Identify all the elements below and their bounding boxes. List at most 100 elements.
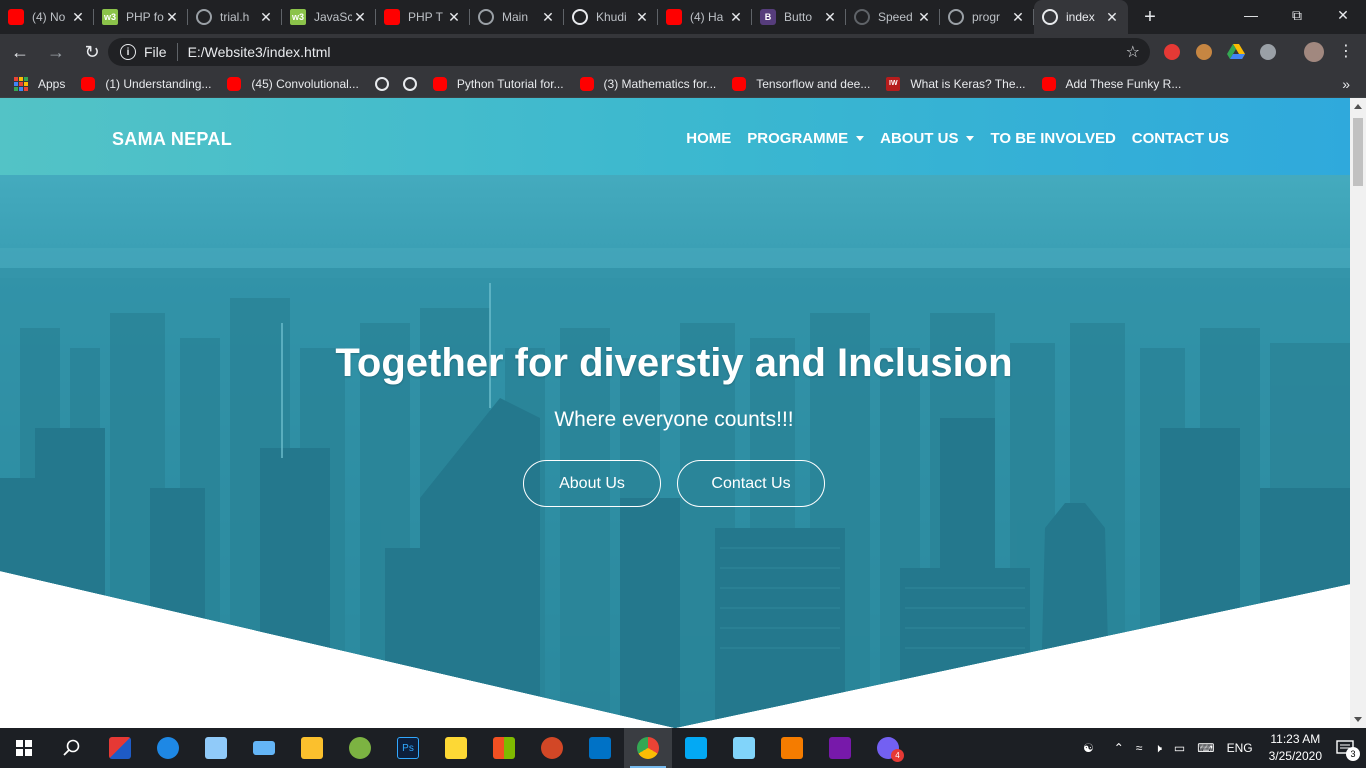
tab[interactable]: w3 JavaSc ✕ <box>282 0 376 34</box>
bookmark-item[interactable]: IW What is Keras? The... <box>886 76 1026 91</box>
tab[interactable]: (4) Ha ✕ <box>658 0 752 34</box>
nav-item-contact-us[interactable]: CONTACT US <box>1132 130 1229 147</box>
battery-icon[interactable]: ▭ <box>1174 741 1185 755</box>
notification-icon[interactable]: 3 <box>1332 735 1360 761</box>
info-icon[interactable]: i <box>120 44 136 60</box>
chevron-up-icon[interactable]: ⌃ <box>1114 741 1124 755</box>
nav-item-programme[interactable]: PROGRAMME <box>747 130 865 147</box>
bookmark-star-icon[interactable]: ☆ <box>1126 42 1140 62</box>
start-icon[interactable] <box>0 728 48 768</box>
onenote-icon[interactable] <box>816 728 864 768</box>
adblock-icon[interactable] <box>1160 40 1184 64</box>
utorrent-icon[interactable] <box>336 728 384 768</box>
people-icon[interactable]: ☯ <box>1083 741 1094 755</box>
forward-icon[interactable]: → <box>40 36 72 68</box>
about-us-button[interactable]: About Us <box>523 460 661 507</box>
powerpoint-icon[interactable] <box>528 728 576 768</box>
window-controls: — ⧉ ✕ <box>1228 0 1366 30</box>
maximize-icon[interactable]: ⧉ <box>1274 0 1320 30</box>
page-scrollbar[interactable] <box>1350 98 1366 728</box>
new-tab-button[interactable]: + <box>1136 3 1164 31</box>
reload-icon[interactable]: ↻ <box>76 36 108 68</box>
url-text[interactable]: E:/Website3/index.html <box>188 44 331 60</box>
this-pc-icon[interactable] <box>192 728 240 768</box>
close-tab-icon[interactable]: ✕ <box>164 9 180 26</box>
clock[interactable]: 11:23 AM 3/25/2020 <box>1269 731 1322 765</box>
close-window-icon[interactable]: ✕ <box>1320 0 1366 30</box>
bookmark-item[interactable]: Add These Funky R... <box>1041 76 1181 91</box>
iw-icon: IW <box>886 76 901 91</box>
search-icon[interactable] <box>48 728 96 768</box>
ccleaner-icon[interactable] <box>672 728 720 768</box>
menu-icon[interactable]: ⋮ <box>1334 40 1358 64</box>
bookmark-item[interactable]: (3) Mathematics for... <box>579 76 716 91</box>
keyboard-icon[interactable]: ⌨ <box>1197 741 1214 755</box>
close-tab-icon[interactable]: ✕ <box>916 9 932 26</box>
store-icon[interactable] <box>480 728 528 768</box>
tab[interactable]: B Butto ✕ <box>752 0 846 34</box>
bookmark-item[interactable]: (1) Understanding... <box>81 76 211 91</box>
hero-subtitle: Where everyone counts!!! <box>554 408 794 431</box>
nav-item-home[interactable]: HOME <box>686 130 731 147</box>
tab[interactable]: Speed ✕ <box>846 0 940 34</box>
avatar[interactable] <box>1302 40 1326 64</box>
tab[interactable]: Main ✕ <box>470 0 564 34</box>
contact-us-button[interactable]: Contact Us <box>677 460 825 507</box>
control-panel-icon[interactable] <box>720 728 768 768</box>
bookmark-item[interactable]: Tensorflow and dee... <box>732 76 870 91</box>
language-indicator[interactable]: ENG <box>1227 741 1253 755</box>
volume-icon[interactable]: 🕨 <box>1154 741 1162 756</box>
bookmarks-overflow-icon[interactable]: » <box>1342 76 1350 92</box>
close-tab-icon[interactable]: ✕ <box>1104 9 1120 26</box>
youtube-icon <box>1041 76 1056 91</box>
edge-icon[interactable] <box>144 728 192 768</box>
brand-logo[interactable]: SAMA NEPAL <box>112 129 232 150</box>
bookmark-apps[interactable]: Apps <box>14 76 65 91</box>
scroll-down-icon[interactable] <box>1354 717 1362 722</box>
back-icon[interactable]: ← <box>4 36 36 68</box>
tab[interactable]: (4) No ✕ <box>0 0 94 34</box>
close-tab-icon[interactable]: ✕ <box>540 9 556 26</box>
photoshop-icon[interactable]: Ps <box>384 728 432 768</box>
tab-active[interactable]: index ✕ <box>1034 0 1128 34</box>
wifi-icon[interactable]: ≈ <box>1136 741 1143 755</box>
tab[interactable]: w3 PHP fo ✕ <box>94 0 188 34</box>
bookmark-item[interactable] <box>374 76 389 91</box>
google-drive-icon[interactable] <box>1224 40 1248 64</box>
tab[interactable]: progr ✕ <box>940 0 1034 34</box>
minimize-icon[interactable]: — <box>1228 0 1274 30</box>
outlook-icon[interactable] <box>576 728 624 768</box>
close-tab-icon[interactable]: ✕ <box>634 9 650 26</box>
extension-icon[interactable] <box>1256 40 1280 64</box>
scroll-up-icon[interactable] <box>1354 104 1362 109</box>
nav-label: TO BE INVOLVED <box>990 130 1116 147</box>
nav-item-to-be-involved[interactable]: TO BE INVOLVED <box>990 130 1115 147</box>
wps-presentation-icon[interactable] <box>96 728 144 768</box>
viber-icon[interactable]: 4 <box>864 728 912 768</box>
nav-label: HOME <box>686 130 732 147</box>
tab-title: trial.h <box>220 10 250 24</box>
file-explorer-icon[interactable] <box>288 728 336 768</box>
bookmark-item[interactable] <box>402 76 417 91</box>
nav-item-about-us[interactable]: ABOUT US <box>880 130 975 147</box>
chrome-icon[interactable] <box>624 728 672 768</box>
bookmark-label: What is Keras? The... <box>910 76 1026 91</box>
sublime-text-icon[interactable] <box>768 728 816 768</box>
close-tab-icon[interactable]: ✕ <box>258 9 274 26</box>
onedrive-icon[interactable] <box>432 728 480 768</box>
tab[interactable]: Khudi ✕ <box>564 0 658 34</box>
close-tab-icon[interactable]: ✕ <box>728 9 744 26</box>
close-tab-icon[interactable]: ✕ <box>1010 9 1026 26</box>
laptop-icon[interactable] <box>240 728 288 768</box>
address-bar[interactable]: i File E:/Website3/index.html ☆ <box>108 38 1150 66</box>
tab[interactable]: PHP T ✕ <box>376 0 470 34</box>
bookmark-item[interactable]: Python Tutorial for... <box>432 76 564 91</box>
close-tab-icon[interactable]: ✕ <box>352 9 368 26</box>
scroll-thumb[interactable] <box>1353 118 1363 186</box>
cookie-icon[interactable] <box>1192 40 1216 64</box>
bookmark-item[interactable]: (45) Convolutional... <box>227 76 359 91</box>
close-tab-icon[interactable]: ✕ <box>446 9 462 26</box>
close-tab-icon[interactable]: ✕ <box>822 9 838 26</box>
tab[interactable]: trial.h ✕ <box>188 0 282 34</box>
close-tab-icon[interactable]: ✕ <box>70 9 86 26</box>
